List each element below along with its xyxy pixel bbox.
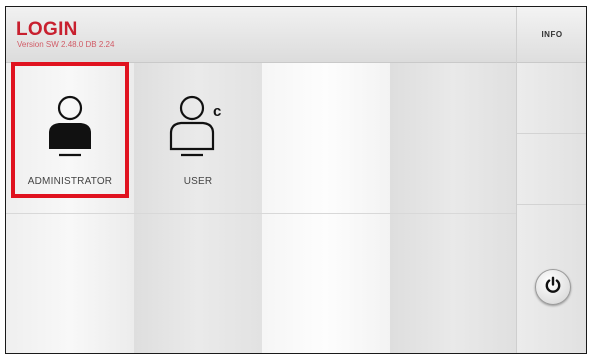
administrator-label: ADMINISTRATOR: [27, 176, 113, 187]
administrator-tile[interactable]: ADMINISTRATOR: [7, 63, 133, 213]
user-badge: C: [213, 103, 222, 120]
user-label: USER: [183, 176, 213, 187]
header-bar: LOGIN Version SW 2.48.0 DB 2.24: [6, 7, 516, 63]
user-tile[interactable]: C USER: [135, 63, 261, 213]
user-outline-icon: C: [162, 93, 234, 168]
right-panel: INFO: [516, 7, 586, 353]
side-slot: [517, 134, 586, 205]
info-button[interactable]: INFO: [517, 7, 586, 63]
version-text: Version SW 2.48.0 DB 2.24: [17, 40, 115, 49]
tile-grid: ADMINISTRATOR C USER: [6, 63, 516, 353]
row-divider: [6, 213, 516, 214]
page-title: LOGIN: [16, 19, 78, 40]
grid-column: [390, 63, 516, 353]
user-filled-icon: [40, 93, 100, 168]
grid-column: [262, 63, 390, 353]
device-screen: LOGIN Version SW 2.48.0 DB 2.24 ADMINIST…: [5, 6, 587, 354]
power-icon: [544, 276, 562, 299]
side-slot: [517, 63, 586, 134]
power-button[interactable]: [535, 269, 571, 305]
